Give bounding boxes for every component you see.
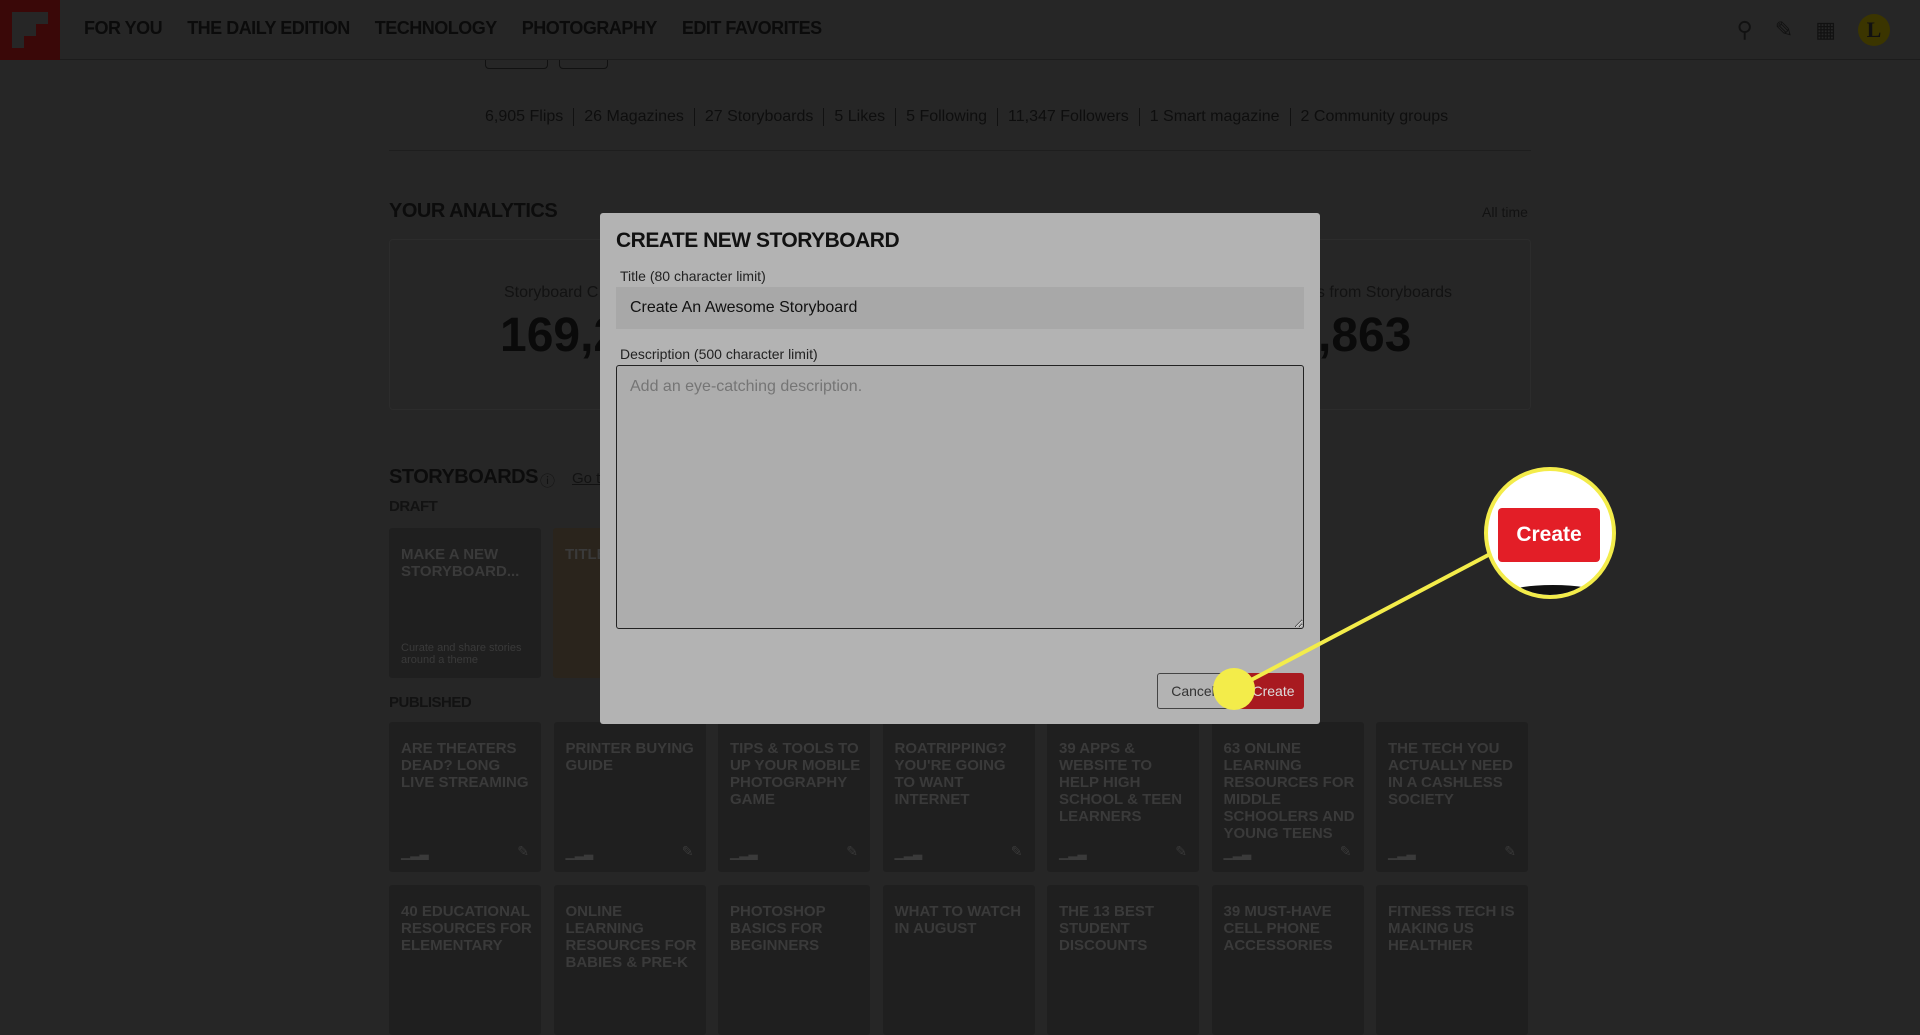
click-indicator	[1213, 668, 1255, 710]
callout-line	[1233, 550, 1495, 691]
callout-create-button[interactable]: Create	[1498, 508, 1600, 562]
callout-magnifier: Create	[1484, 467, 1616, 599]
